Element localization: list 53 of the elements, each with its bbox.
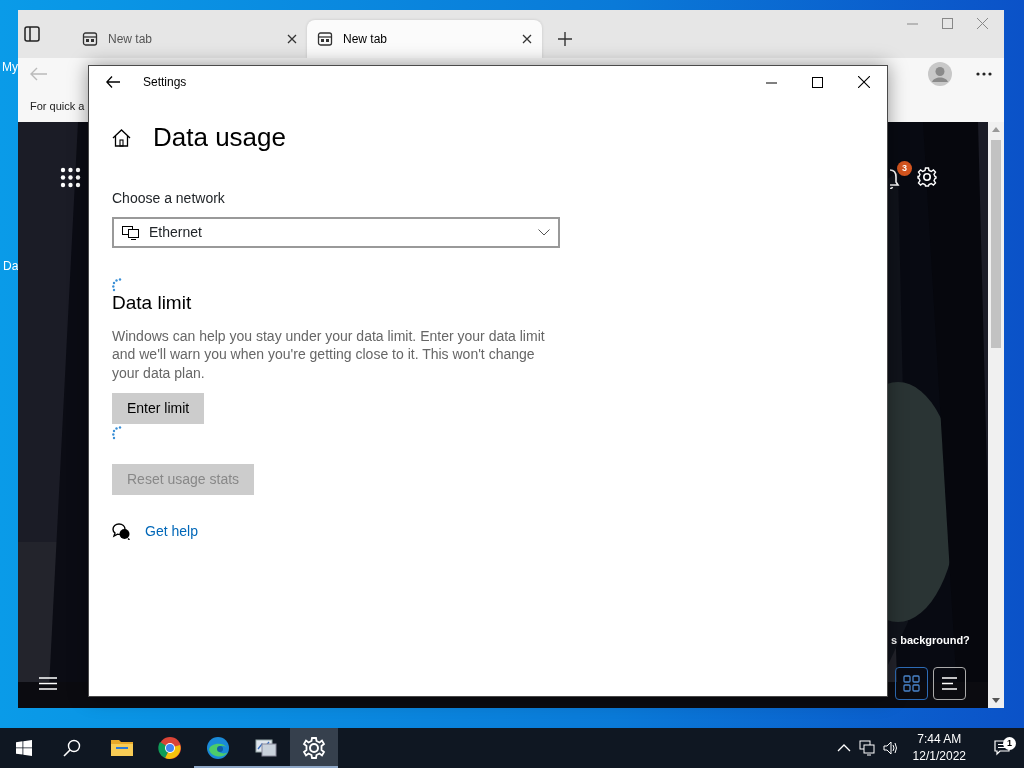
- layout-grid-button[interactable]: [895, 667, 928, 700]
- chrome-icon: [158, 736, 182, 760]
- close-icon[interactable]: [522, 34, 532, 44]
- tab-title: New tab: [343, 31, 389, 48]
- browser-tab[interactable]: New tab: [72, 20, 307, 58]
- action-button[interactable]: Enter limit: [112, 393, 205, 425]
- more-options-icon[interactable]: [976, 72, 992, 76]
- tab-actions-icon[interactable]: [24, 26, 40, 42]
- network-icon[interactable]: [858, 740, 875, 756]
- grid-view-icon: [903, 675, 920, 692]
- monitor-icon: [122, 225, 139, 240]
- section-heading: Data limit: [112, 292, 193, 315]
- settings-icon: [302, 736, 326, 760]
- new-tab-icon: [317, 31, 333, 47]
- scrollbar-thumb[interactable]: [991, 140, 1001, 348]
- page-heading: Data usage: [153, 122, 286, 154]
- background-prompt-text: s background?: [891, 633, 970, 648]
- list-view-icon: [941, 675, 958, 692]
- tab-title: New tab: [108, 31, 154, 48]
- close-icon[interactable]: [287, 34, 297, 44]
- back-icon[interactable]: [106, 76, 120, 88]
- apps-grid-icon[interactable]: [60, 167, 81, 188]
- windows-logo-icon: [16, 740, 32, 756]
- chevron-down-icon: [538, 229, 550, 237]
- loading-spinner-icon: [112, 278, 122, 293]
- menu-icon[interactable]: [39, 677, 57, 690]
- description-text: Windows can help you stay under your data limit. Enter your data limit and we'll warn you when you're getting close to it. This won't change your data plan.: [112, 327, 546, 383]
- field-label: Choose a network: [112, 189, 226, 209]
- clock[interactable]: 7:44 AM 12/1/2022: [906, 731, 972, 765]
- chevron-up-icon[interactable]: [836, 744, 851, 752]
- notification-count: 1: [1003, 737, 1016, 750]
- new-tab-icon: [82, 31, 98, 47]
- taskbar-app-button[interactable]: [290, 728, 338, 768]
- scroll-down-icon[interactable]: [992, 698, 1000, 703]
- notifications-button[interactable]: 1: [980, 740, 1024, 756]
- bookmarks-bar-text: For quick a: [30, 98, 85, 114]
- layout-list-button[interactable]: [933, 667, 966, 700]
- network-dropdown[interactable]: Ethernet: [112, 217, 560, 249]
- home-icon[interactable]: [112, 128, 131, 147]
- help-chat-icon: [112, 523, 130, 541]
- settings-icon[interactable]: [917, 167, 937, 187]
- profile-avatar-icon[interactable]: [928, 62, 952, 86]
- search-icon: [63, 739, 81, 757]
- window-title: Settings: [143, 74, 187, 91]
- edge-icon: [206, 736, 230, 760]
- bell-icon[interactable]: [890, 169, 900, 189]
- browser-tab[interactable]: New tab: [307, 20, 542, 58]
- volume-icon[interactable]: [882, 740, 899, 756]
- monitor-icon: [254, 736, 278, 760]
- help-link[interactable]: Get help: [145, 521, 198, 543]
- new-tab-plus-icon[interactable]: [558, 32, 572, 46]
- maximize-icon[interactable]: [812, 76, 823, 88]
- close-icon[interactable]: [858, 76, 870, 88]
